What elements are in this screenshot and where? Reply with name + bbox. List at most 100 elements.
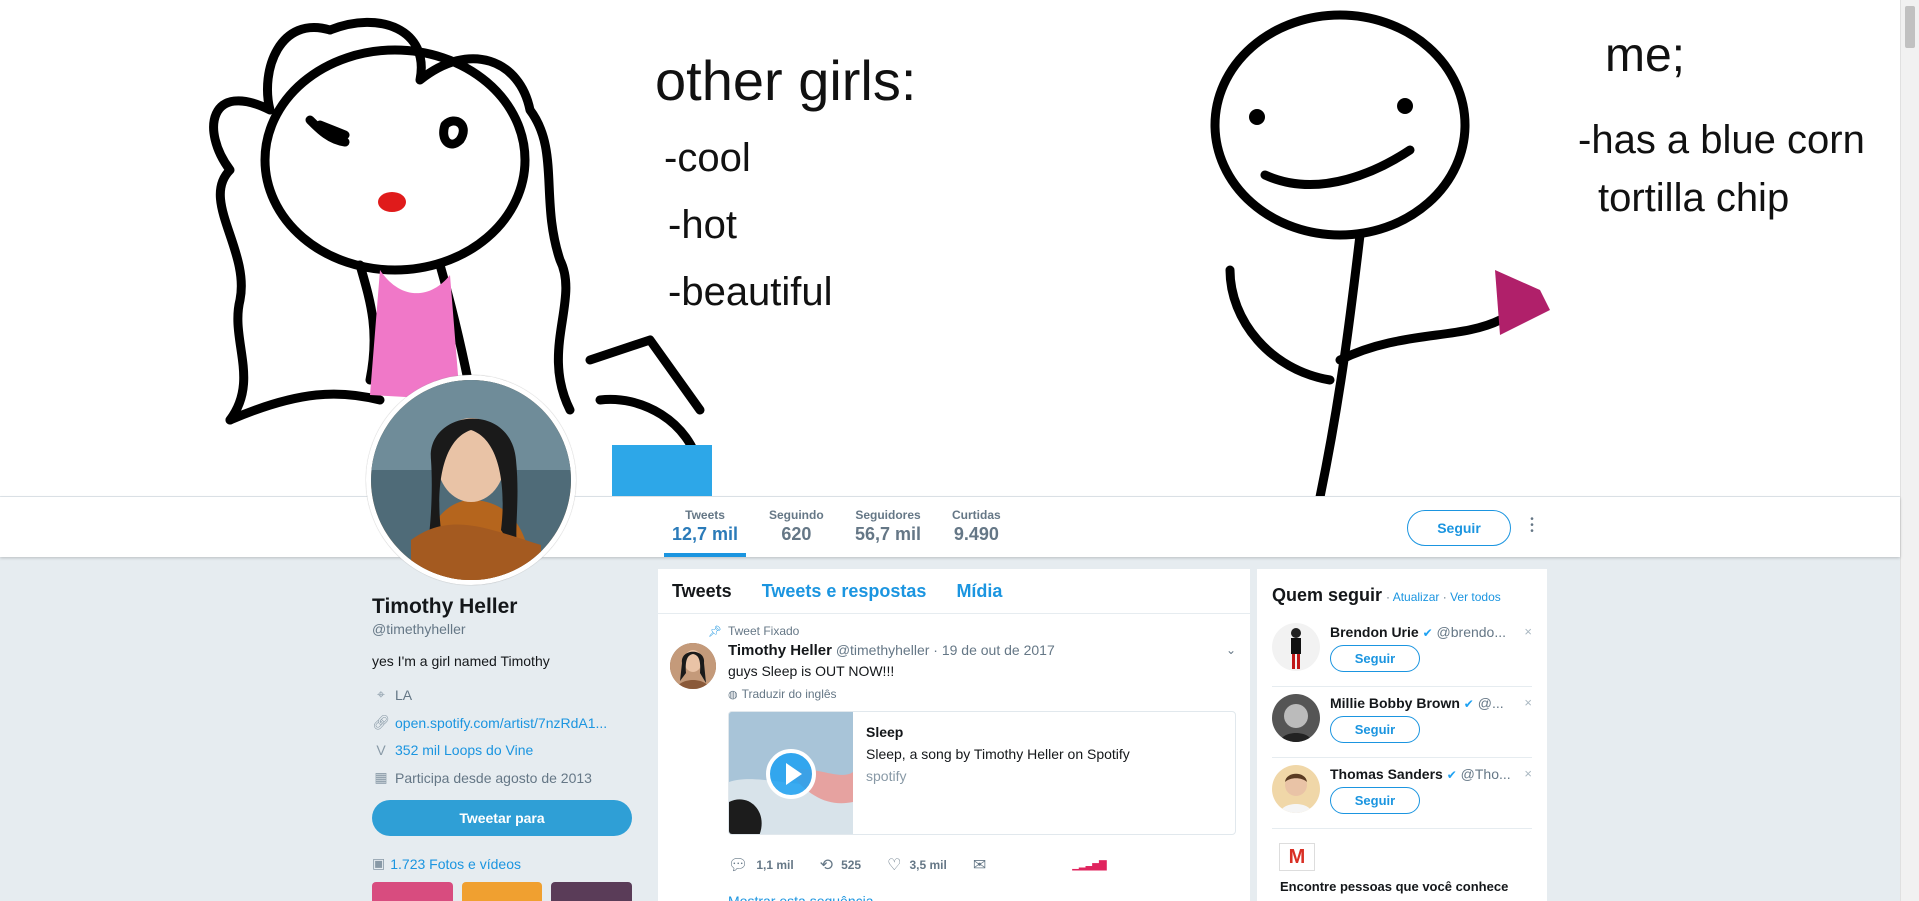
close-icon[interactable]: ×	[1524, 624, 1532, 639]
suggested-user[interactable]: Millie Bobby Brown ✔ @... Seguir ×	[1272, 687, 1532, 758]
avatar-image	[1272, 623, 1320, 671]
tweet-to-button[interactable]: Tweetar para	[372, 800, 632, 836]
suggested-user-name[interactable]: Millie Bobby Brown ✔ @...	[1330, 695, 1530, 711]
suggested-user[interactable]: Thomas Sanders ✔ @Tho... Seguir ×	[1272, 758, 1532, 829]
chevron-down-icon[interactable]: ⌄	[1226, 643, 1236, 657]
verified-badge-icon: ✔	[1446, 768, 1457, 782]
media-thumbnail[interactable]	[372, 882, 453, 901]
nav-following[interactable]: Seguindo 620	[769, 508, 824, 545]
profile-handle[interactable]: @timethyheller	[372, 621, 632, 637]
profile-avatar[interactable]	[366, 375, 576, 585]
banner-text-beautiful: -beautiful	[668, 270, 833, 314]
tweet-text: guys Sleep is OUT NOW!!!	[728, 663, 895, 679]
nav-followers-count: 56,7 mil	[855, 524, 922, 544]
banner-text-me: me;	[1605, 29, 1686, 82]
suggested-user[interactable]: Brendon Urie ✔ @brendo... Seguir ×	[1272, 616, 1532, 687]
link-card[interactable]: Sleep Sleep, a song by Timothy Heller on…	[728, 711, 1236, 835]
heart-icon: ♡	[887, 857, 902, 874]
view-all-link[interactable]: Ver todos	[1450, 590, 1501, 604]
media-thumbnail[interactable]	[461, 882, 543, 901]
tweet-separator: ·	[933, 642, 938, 658]
avatar[interactable]	[1272, 765, 1320, 813]
user-handle: @brendo...	[1436, 624, 1507, 640]
verified-badge-icon: ✔	[1422, 626, 1433, 640]
avatar[interactable]	[1272, 694, 1320, 742]
close-icon[interactable]: ×	[1524, 766, 1532, 781]
find-contacts-gmail[interactable]: M Encontre pessoas que você conhece	[1257, 829, 1547, 901]
tweet-header: Timothy Heller @timethyheller · 19 de ou…	[728, 642, 1236, 659]
retweet-count: 525	[841, 858, 862, 872]
user-display-name: Brendon Urie	[1330, 624, 1419, 640]
find-contacts-text: Encontre pessoas que você conhece	[1280, 879, 1509, 894]
page-scrollbar[interactable]	[1900, 0, 1919, 901]
follow-button[interactable]: Seguir	[1407, 510, 1511, 546]
nav-followers[interactable]: Seguidores 56,7 mil	[855, 508, 921, 545]
reply-button[interactable]: 💬︎ 1,1 mil	[728, 855, 794, 875]
follow-user-button[interactable]: Seguir	[1330, 787, 1420, 814]
who-to-follow-title: Quem seguir	[1272, 585, 1383, 605]
who-to-follow: Quem seguir · Atualizar · Ver todos Bren…	[1257, 569, 1547, 901]
pinned-tweet[interactable]: 📌︎ Tweet Fixado ⌄ Timothy Heller @timeth…	[658, 614, 1250, 901]
photos-videos-link[interactable]: ▣ 1.723 Fotos e vídeos	[372, 855, 632, 872]
avatar-portrait	[371, 380, 571, 580]
like-button[interactable]: ♡ 3,5 mil	[887, 855, 947, 875]
avatar[interactable]	[1272, 623, 1320, 671]
website-link[interactable]: open.spotify.com/artist/7nzRdA1...	[395, 715, 607, 731]
refresh-link[interactable]: Atualizar	[1393, 590, 1440, 604]
tweet-author-name[interactable]: Timothy Heller	[728, 642, 832, 659]
like-count: 3,5 mil	[909, 858, 947, 872]
banner-text-hot: -hot	[668, 203, 737, 247]
analytics-icon[interactable]: ▁▂▃▅▇	[1072, 860, 1106, 871]
tab-tweets-and-replies[interactable]: Tweets e respostas	[762, 581, 927, 602]
envelope-icon: ✉	[972, 857, 987, 874]
follow-user-button[interactable]: Seguir	[1330, 716, 1420, 743]
tab-media[interactable]: Mídia	[956, 581, 1002, 602]
nav-followers-label: Seguidores	[855, 508, 921, 522]
tweet-date[interactable]: 19 de out de 2017	[942, 642, 1055, 658]
vine-link[interactable]: 352 mil Loops do Vine	[395, 742, 533, 758]
timeline: Tweets Tweets e respostas Mídia 📌︎ Tweet…	[658, 569, 1250, 901]
verified-badge-icon: ✔	[1463, 697, 1474, 711]
show-thread-link[interactable]: Mostrar esta sequência	[728, 893, 1236, 901]
scrollbar-thumb[interactable]	[1905, 6, 1915, 48]
nav-tweets[interactable]: Tweets 12,7 mil	[663, 508, 747, 557]
media-thumbnail[interactable]	[551, 882, 633, 901]
location-text: LA	[395, 686, 413, 703]
card-title: Sleep	[866, 724, 904, 740]
links-separator: ·	[1386, 590, 1391, 604]
media-thumbnails	[372, 882, 633, 901]
location-pin-icon: ⌖	[377, 686, 385, 702]
tweet-author-handle[interactable]: @timethyheller	[836, 642, 930, 658]
nav-likes-count: 9.490	[953, 524, 999, 544]
user-handle: @Tho...	[1460, 766, 1511, 782]
profile-name[interactable]: Timothy Heller	[372, 595, 632, 619]
direct-message-button[interactable]: ✉	[973, 855, 994, 875]
reply-count: 1,1 mil	[756, 858, 794, 872]
nav-tweets-label: Tweets	[685, 508, 725, 522]
joined-text: Participa desde agosto de 2013	[395, 769, 592, 786]
translate-link[interactable]: ◍ Traduzir do inglês	[728, 687, 1236, 701]
profile-joined: ▦ Participa desde agosto de 2013	[372, 769, 632, 786]
links-separator: ·	[1442, 590, 1447, 604]
play-icon[interactable]	[766, 749, 816, 799]
link-icon: 🔗︎	[372, 714, 390, 730]
tweet-avatar-image	[670, 643, 716, 689]
follow-user-button[interactable]: Seguir	[1330, 645, 1420, 672]
more-vertical-icon[interactable]: • • •	[1528, 515, 1536, 539]
close-icon[interactable]: ×	[1524, 695, 1532, 710]
suggested-user-name[interactable]: Thomas Sanders ✔ @Tho...	[1330, 766, 1530, 782]
nav-likes[interactable]: Curtidas 9.490	[952, 508, 1001, 545]
gmail-icon: M	[1279, 843, 1315, 871]
pinned-text: Tweet Fixado	[727, 624, 800, 638]
retweet-button[interactable]: ⟲ 525	[820, 855, 861, 875]
profile-bio: yes I'm a girl named Timothy	[372, 653, 550, 669]
pinned-label: 📌︎ Tweet Fixado	[708, 624, 1236, 638]
banner-text-cool: -cool	[664, 136, 751, 180]
nav-likes-label: Curtidas	[952, 508, 1001, 522]
suggested-user-name[interactable]: Brendon Urie ✔ @brendo...	[1330, 624, 1530, 640]
avatar-image	[1272, 694, 1320, 742]
nav-following-count: 620	[781, 524, 812, 544]
tweet-avatar[interactable]	[670, 643, 716, 689]
tab-tweets[interactable]: Tweets	[672, 581, 732, 602]
vine-icon: V	[376, 742, 386, 758]
